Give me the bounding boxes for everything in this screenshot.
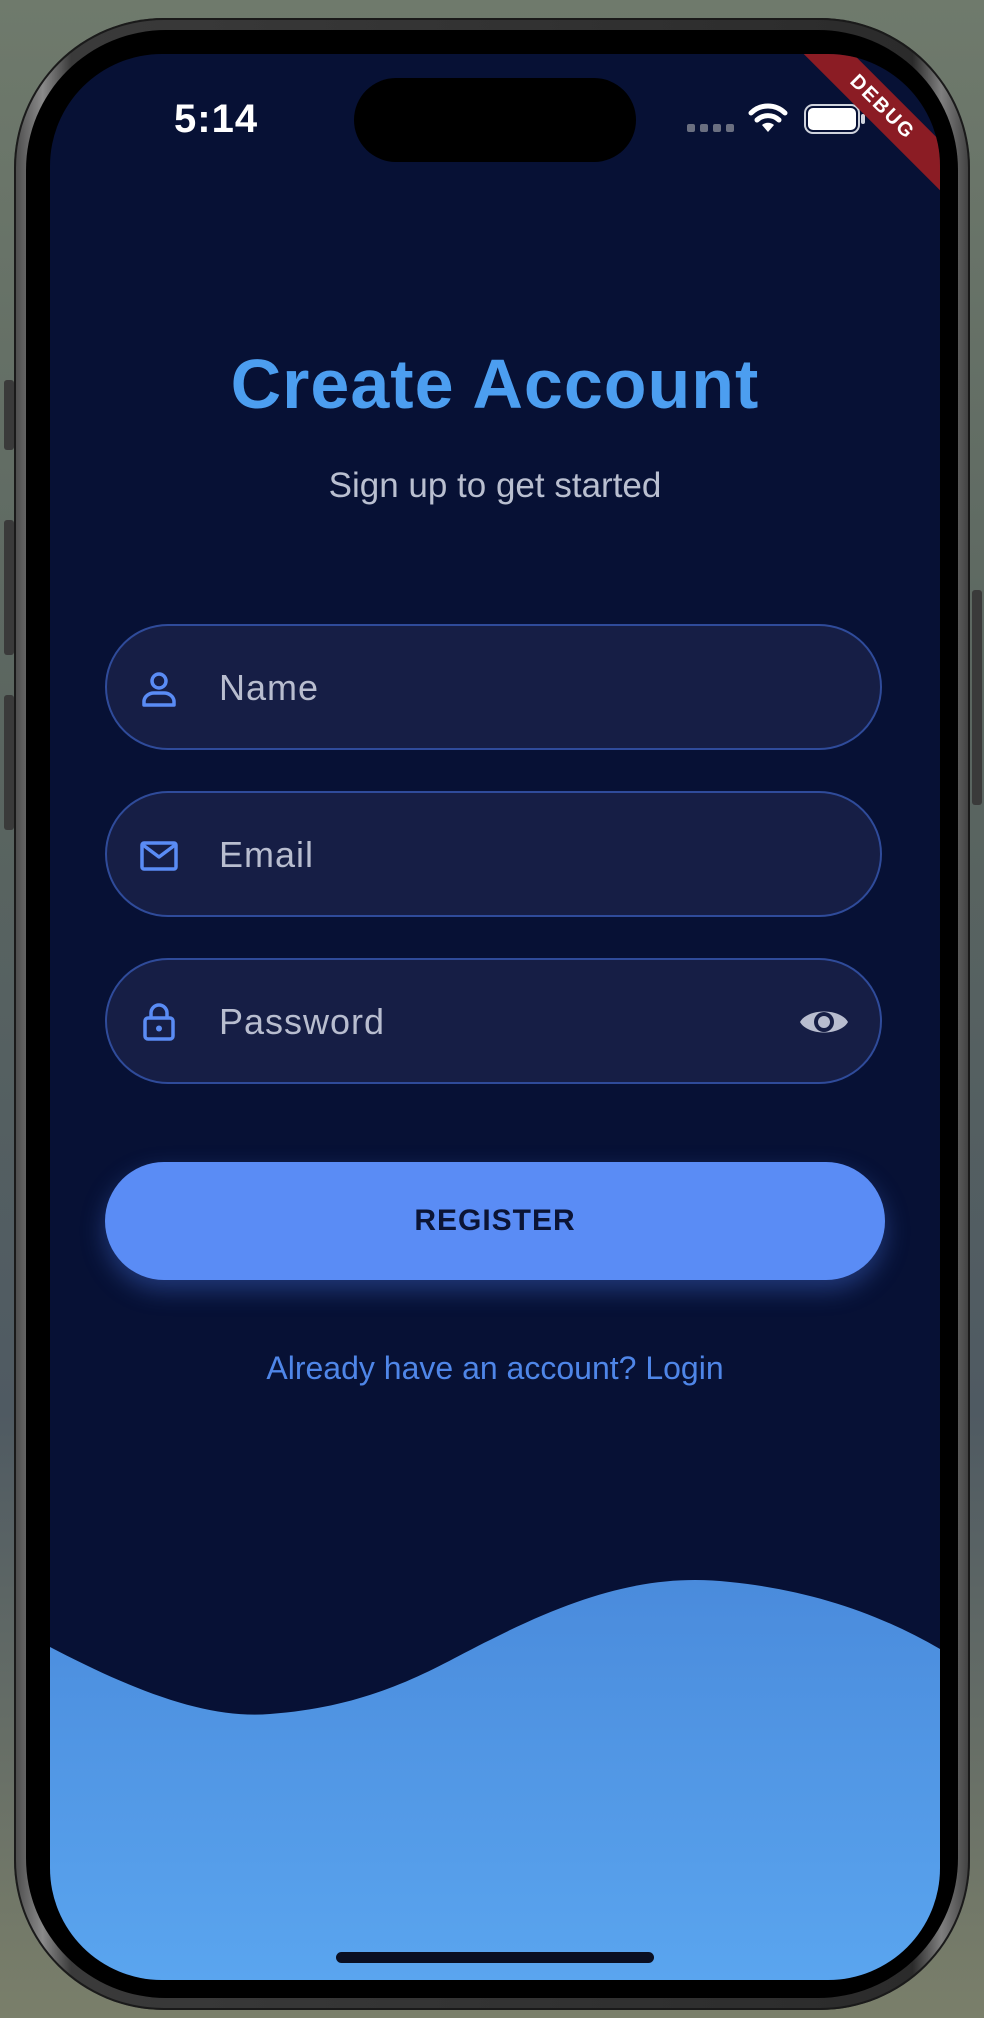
register-button[interactable]: REGISTER [105, 1162, 885, 1280]
mail-icon [140, 841, 178, 871]
dynamic-island [354, 78, 636, 162]
decorative-wave [50, 1579, 940, 1980]
login-link[interactable]: Already have an account? Login [50, 1350, 940, 1387]
person-icon [142, 672, 176, 707]
debug-banner-label: DEBUG [791, 54, 940, 198]
email-field[interactable] [105, 791, 882, 917]
email-input[interactable] [217, 793, 741, 917]
name-field[interactable] [105, 624, 882, 750]
volume-down-button [4, 695, 14, 830]
page-subtitle: Sign up to get started [328, 466, 662, 505]
power-button [972, 590, 982, 805]
signal-icon [687, 124, 734, 132]
volume-up-button [4, 520, 14, 655]
password-input[interactable] [217, 960, 741, 1084]
status-time: 5:14 [174, 97, 259, 141]
password-field[interactable] [105, 958, 882, 1084]
eye-icon[interactable] [798, 1000, 850, 1044]
lock-icon [143, 1003, 175, 1041]
action-button [4, 380, 14, 450]
home-indicator[interactable] [336, 1952, 654, 1963]
name-input[interactable] [217, 626, 741, 750]
debug-banner: DEBUG [780, 54, 940, 214]
page-title: Create Account [230, 345, 760, 423]
app-screen: 5:14 DEBUG Create Account Sign up to get… [50, 54, 940, 1980]
